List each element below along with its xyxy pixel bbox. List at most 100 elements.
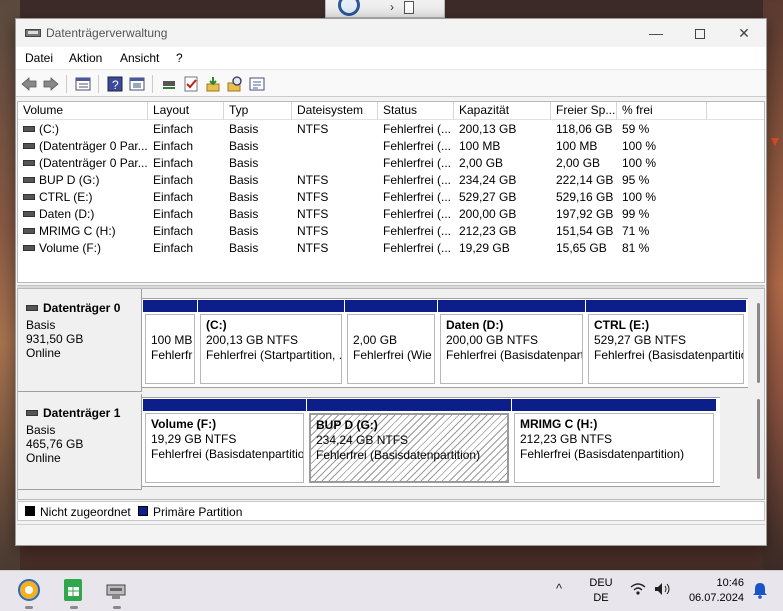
help-icon[interactable]: ?: [106, 75, 124, 93]
minimize-button[interactable]: —: [634, 19, 678, 47]
partition-details: (C:) 200,13 GB NTFS Fehlerfrei (Startparti…: [200, 314, 342, 384]
cell-layout: Einfach: [153, 190, 194, 204]
taskbar-app-weather[interactable]: [16, 577, 42, 609]
column-header-status[interactable]: Status: [378, 102, 454, 120]
volume-icon: [23, 176, 35, 183]
connect-icon[interactable]: [160, 75, 178, 93]
back-arrow-icon[interactable]: [20, 75, 38, 93]
cell-capacity: 212,23 GB: [459, 224, 517, 238]
disk-view-scrollbar[interactable]: [757, 303, 760, 383]
cell-percent-free: 59 %: [622, 122, 650, 136]
partition-block[interactable]: CTRL (E:) 529,27 GB NTFS Fehlerfrei (Basis…: [586, 300, 746, 386]
partition-status: Fehlerfrei (Wie: [353, 348, 432, 362]
show-hidden-icons-chevron[interactable]: ^: [556, 581, 562, 596]
menu-help[interactable]: ?: [176, 51, 183, 65]
partition-block[interactable]: 100 MB Fehlerfr: [143, 300, 197, 386]
cell-type: Basis: [229, 139, 259, 153]
partition-block[interactable]: Volume (F:) 19,29 GB NTFS Fehlerfrei (Basi…: [143, 399, 306, 485]
partition-block[interactable]: MRIMG C (H:) 212,23 GB NTFS Fehlerfrei (Ba…: [512, 399, 716, 485]
status-bar: [17, 524, 765, 544]
partition-block[interactable]: BUP D (G:) 234,24 GB NTFS Fehlerfrei (Basi…: [307, 399, 511, 485]
clock[interactable]: 10:46 06.07.2024: [680, 576, 744, 606]
table-row[interactable]: (Datenträger 0 Par... Einfach Basis Fehlerf…: [18, 138, 764, 155]
menu-view[interactable]: Ansicht: [120, 51, 159, 65]
checkmark-icon[interactable]: [182, 75, 200, 93]
partition-status: Fehlerfrei (Basisdatenpartitio: [151, 447, 304, 461]
volume-icon: [23, 193, 35, 200]
cell-percent-free: 100 %: [622, 156, 657, 170]
table-row[interactable]: BUP D (G:) Einfach Basis NTFS Fehlerfrei (..…: [18, 172, 764, 189]
running-indicator: [113, 606, 121, 609]
partition-type-bar: [345, 300, 437, 312]
table-row[interactable]: Daten (D:) Einfach Basis NTFS Fehlerfrei (..…: [18, 206, 764, 223]
column-header-percent-free[interactable]: % frei: [617, 102, 707, 120]
disk-0-info[interactable]: Datenträger 0 Basis 931,50 GB Online: [18, 289, 142, 391]
menu-file[interactable]: Datei: [25, 51, 53, 65]
cell-percent-free: 81 %: [622, 241, 650, 255]
column-header-layout[interactable]: Layout: [148, 102, 224, 120]
partition-block[interactable]: Daten (D:) 200,00 GB NTFS Fehlerfrei (Basi…: [438, 300, 585, 386]
partition-name: MRIMG C (H:): [520, 417, 598, 431]
column-header-capacity[interactable]: Kapazität: [454, 102, 551, 120]
column-header-free-space[interactable]: Freier Sp...: [551, 102, 617, 120]
taskbar-app-spreadsheet[interactable]: [61, 577, 87, 609]
taskbar: ^ DEU DE 10:46 06.07.2024: [0, 570, 783, 611]
cell-filesystem: NTFS: [297, 207, 329, 221]
column-header-type[interactable]: Typ: [224, 102, 292, 120]
table-row[interactable]: (Datenträger 0 Par... Einfach Basis Fehlerf…: [18, 155, 764, 172]
cell-free-space: 15,65 GB: [556, 241, 607, 255]
taskbar-app-disk-management[interactable]: [104, 577, 130, 609]
language-indicator[interactable]: DEU DE: [588, 576, 614, 606]
close-button[interactable]: ✕: [722, 19, 766, 47]
forward-arrow-icon[interactable]: [42, 75, 60, 93]
column-header-filesystem[interactable]: Dateisystem: [292, 102, 378, 120]
partition-block[interactable]: (C:) 200,13 GB NTFS Fehlerfrei (Startparti…: [198, 300, 344, 386]
partition-details: CTRL (E:) 529,27 GB NTFS Fehlerfrei (Basis…: [588, 314, 744, 384]
document-icon: [404, 1, 414, 14]
disk-row-separator: [18, 391, 142, 392]
list-view-icon[interactable]: [74, 75, 92, 93]
title-bar[interactable]: Datenträgerverwaltung — ✕: [16, 19, 766, 47]
disk-graphical-view: Datenträger 0 Basis 931,50 GB Online Dat…: [17, 288, 765, 500]
notification-bell-icon[interactable]: [752, 581, 768, 602]
table-row[interactable]: MRIMG C (H:) Einfach Basis NTFS Fehlerfrei (…: [18, 223, 764, 240]
maximize-button[interactable]: [678, 19, 722, 47]
maximize-icon: [695, 29, 705, 40]
cell-status: Fehlerfrei (...: [383, 156, 452, 170]
volume-list[interactable]: Volume Layout Typ Dateisystem Status Kap…: [17, 101, 765, 283]
speaker-icon[interactable]: [654, 582, 672, 599]
disk-1-info[interactable]: Datenträger 1 Basis 465,76 GB Online: [18, 394, 142, 489]
table-row[interactable]: Volume (F:) Einfach Basis NTFS Fehlerfrei (.…: [18, 240, 764, 257]
search-icon[interactable]: [226, 75, 244, 93]
legend-swatch-unallocated: [25, 506, 35, 516]
table-row[interactable]: (C:) Einfach Basis NTFS Fehlerfrei (... 200,1…: [18, 121, 764, 138]
properties-icon[interactable]: [128, 75, 146, 93]
cell-free-space: 222,14 GB: [556, 173, 614, 187]
clock-date: 06.07.2024: [688, 592, 744, 604]
wifi-icon[interactable]: [630, 582, 646, 599]
legend-label-primary: Primäre Partition: [153, 505, 243, 519]
partition-type-bar: [198, 300, 344, 312]
disk-view-scrollbar[interactable]: [757, 399, 760, 479]
cell-capacity: 2,00 GB: [459, 156, 504, 170]
import-icon[interactable]: [204, 75, 222, 93]
volume-name: (C:): [39, 122, 59, 136]
details-icon[interactable]: [248, 75, 266, 93]
partition-name: (C:): [206, 318, 227, 332]
partition-status: Fehlerfrei (Basisdatenpartition): [520, 447, 685, 461]
cell-capacity: 529,27 GB: [459, 190, 517, 204]
partition-details: Volume (F:) 19,29 GB NTFS Fehlerfrei (Basi…: [145, 413, 304, 483]
cell-capacity: 200,00 GB: [459, 207, 517, 221]
table-row[interactable]: CTRL (E:) Einfach Basis NTFS Fehlerfrei (...…: [18, 189, 764, 206]
partition-size: 200,00 GB NTFS: [446, 333, 539, 347]
disk-0-size: 931,50 GB: [26, 332, 84, 346]
disk-0-type: Basis: [26, 318, 56, 332]
cell-layout: Einfach: [153, 156, 194, 170]
partition-status: Fehlerfr: [151, 348, 193, 362]
cell-volume: (C:): [18, 121, 148, 138]
column-header-volume[interactable]: Volume: [18, 102, 148, 120]
cell-volume: MRIMG C (H:): [18, 223, 148, 240]
partition-block[interactable]: 2,00 GB Fehlerfrei (Wie: [345, 300, 437, 386]
menu-action[interactable]: Aktion: [69, 51, 102, 65]
cell-capacity: 200,13 GB: [459, 122, 517, 136]
